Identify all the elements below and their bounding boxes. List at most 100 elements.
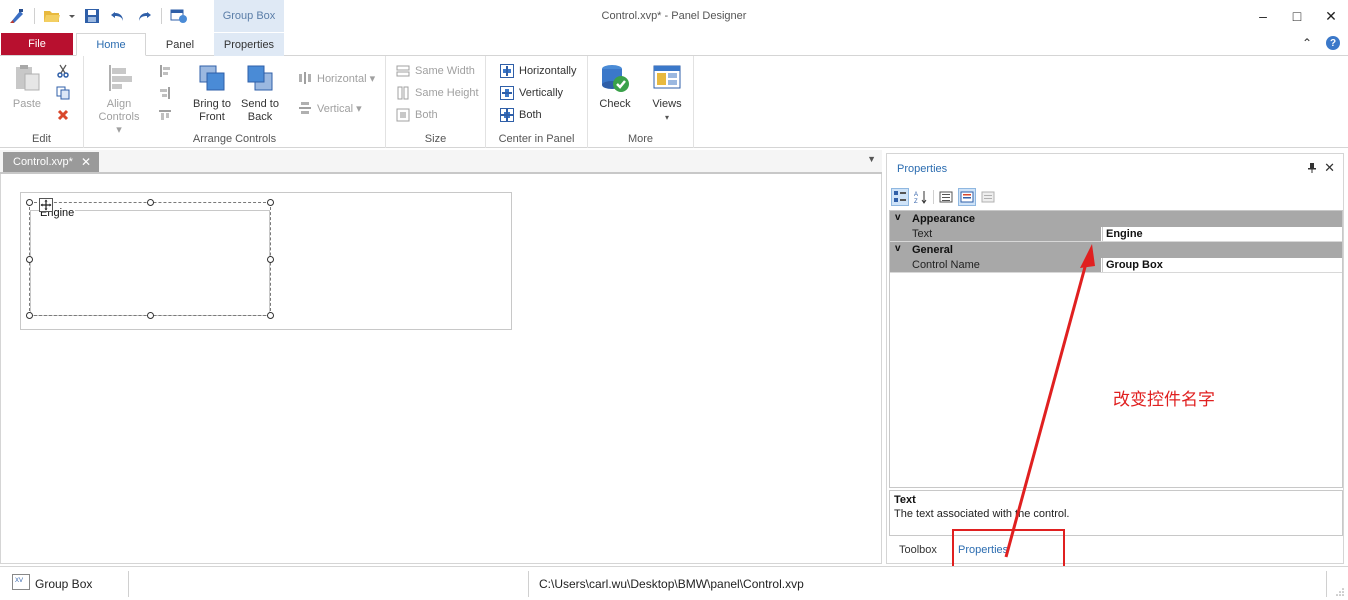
category-general[interactable]: v General — [890, 242, 1342, 258]
vertical-spacing-button[interactable]: Vertical ▾ — [298, 99, 362, 117]
move-handle-icon[interactable] — [39, 198, 53, 212]
center-horizontally-button[interactable]: Horizontally — [500, 62, 576, 80]
resize-handle-right[interactable] — [267, 256, 274, 263]
cut-button[interactable] — [56, 62, 70, 80]
size-group-label: Size — [424, 133, 447, 145]
resize-grip-icon[interactable] — [1336, 588, 1344, 596]
ribbon-group-more: Check Views ▾ More — [588, 56, 694, 148]
align-edge-icon — [160, 65, 170, 77]
align-top-button[interactable] — [158, 62, 172, 80]
property-row-text[interactable]: Text Engine — [890, 227, 1342, 242]
categorized-icon[interactable] — [891, 188, 909, 206]
resize-handle-top[interactable] — [147, 199, 154, 206]
collapse-ribbon-icon[interactable]: ⌃ — [1302, 36, 1312, 50]
check-button[interactable]: Check — [591, 62, 639, 111]
chevron-down-icon[interactable]: v — [895, 243, 901, 254]
ribbon-group-center: Horizontally Vertically Both Center in P… — [486, 56, 588, 148]
bring-to-front-label-1: Bring to — [193, 98, 231, 110]
center-both-button[interactable]: Both — [500, 106, 542, 124]
edit-group-label: Edit — [32, 133, 51, 145]
property-value-text[interactable]: Engine — [1102, 227, 1342, 241]
resize-handle-bottom-left[interactable] — [26, 312, 33, 319]
property-pages-icon[interactable] — [937, 188, 955, 206]
bring-to-front-button[interactable]: Bring to Front — [188, 62, 236, 124]
property-name: Text — [890, 227, 1101, 241]
maximize-button[interactable]: □ — [1280, 0, 1314, 32]
center-vertically-label: Vertically — [519, 87, 564, 99]
tab-panel[interactable]: Panel — [148, 33, 212, 56]
status-selected-control: Group Box — [35, 577, 93, 591]
scissors-icon — [57, 64, 69, 78]
same-height-button[interactable]: Same Height — [396, 84, 479, 102]
property-row-control-name[interactable]: Control Name Group Box — [890, 258, 1342, 273]
close-button[interactable]: ✕ — [1314, 0, 1348, 32]
panel-surface[interactable]: Engine — [20, 192, 512, 330]
same-size-both-button[interactable]: Both — [396, 106, 438, 124]
ribbon-group-edit: Paste Edit — [0, 56, 84, 148]
center-vertically-button[interactable]: Vertically — [500, 84, 563, 102]
align-top-icon — [159, 110, 171, 120]
close-tab-icon[interactable]: ✕ — [81, 155, 91, 169]
tab-home[interactable]: Home — [76, 33, 146, 56]
tab-toolbox[interactable]: Toolbox — [899, 544, 937, 556]
properties-toolbar: AZ — [891, 188, 997, 206]
align-left-icon — [103, 62, 135, 94]
arrange-group-label: Arrange Controls — [192, 133, 277, 145]
vertical-spacing-label: Vertical ▾ — [317, 102, 362, 115]
help-icon[interactable]: ? — [1326, 36, 1340, 50]
paste-button[interactable]: Paste — [3, 62, 51, 111]
property-value-control-name[interactable]: Group Box — [1102, 258, 1342, 272]
tab-properties[interactable]: Properties — [214, 33, 284, 56]
tab-file[interactable]: File — [1, 33, 73, 55]
resize-handle-bottom[interactable] — [147, 312, 154, 319]
center-both-icon — [500, 108, 514, 122]
pin-icon[interactable] — [1307, 162, 1317, 177]
copy-icon — [56, 86, 70, 100]
same-width-button[interactable]: Same Width — [396, 62, 475, 80]
status-bar: XV Group Box C:\Users\carl.wu\Desktop\BM… — [0, 566, 1348, 600]
center-horizontal-icon — [500, 64, 514, 78]
document-list-dropdown-icon[interactable]: ▼ — [867, 154, 876, 164]
design-canvas[interactable]: Engine — [0, 174, 882, 564]
check-database-icon — [599, 62, 631, 94]
close-panel-icon[interactable]: ✕ — [1324, 160, 1335, 176]
copy-button[interactable] — [56, 84, 70, 102]
same-width-icon — [396, 65, 410, 77]
send-to-back-icon — [244, 62, 276, 94]
description-text: The text associated with the control. — [894, 508, 1070, 520]
vertical-spacing-icon — [299, 102, 311, 114]
category-label: General — [912, 244, 953, 256]
send-to-back-button[interactable]: Send to Back — [236, 62, 284, 124]
same-height-icon — [397, 86, 409, 100]
window-controls: – □ ✕ — [1246, 0, 1348, 32]
svg-text:Z: Z — [914, 199, 918, 204]
selection-outline[interactable] — [29, 202, 271, 316]
horizontal-spacing-button[interactable]: Horizontal ▾ — [298, 69, 375, 87]
align-controls-button[interactable]: Align Controls ▾ — [95, 62, 143, 137]
events-view-icon[interactable] — [979, 188, 997, 206]
ribbon: Paste Edit Align Controls ▾ Bring to Fro… — [0, 56, 1348, 148]
align-middle-button[interactable] — [158, 84, 172, 102]
delete-button[interactable] — [56, 106, 70, 124]
resize-handle-top-right[interactable] — [267, 199, 274, 206]
resize-handle-bottom-right[interactable] — [267, 312, 274, 319]
center-vertical-icon — [500, 86, 514, 100]
resize-handle-left[interactable] — [26, 256, 33, 263]
bring-to-front-label-2: Front — [199, 111, 225, 123]
category-appearance[interactable]: v Appearance — [890, 211, 1342, 227]
sort-alphabetical-icon[interactable]: AZ — [912, 188, 930, 206]
properties-view-icon[interactable] — [958, 188, 976, 206]
svg-text:XV: XV — [15, 578, 23, 584]
ribbon-group-arrange: Align Controls ▾ Bring to Front Send to … — [84, 56, 386, 148]
paste-label: Paste — [12, 98, 42, 110]
minimize-button[interactable]: – — [1246, 0, 1280, 32]
align-bottom-button[interactable] — [158, 106, 172, 124]
views-button[interactable]: Views ▾ — [643, 62, 691, 124]
chevron-down-icon[interactable]: v — [895, 212, 901, 223]
property-name: Control Name — [890, 258, 1101, 272]
same-size-both-label: Both — [415, 109, 438, 121]
resize-handle-top-left[interactable] — [26, 199, 33, 206]
more-group-label: More — [627, 133, 654, 145]
document-tab[interactable]: Control.xvp* ✕ — [3, 152, 99, 172]
same-width-label: Same Width — [415, 65, 475, 77]
